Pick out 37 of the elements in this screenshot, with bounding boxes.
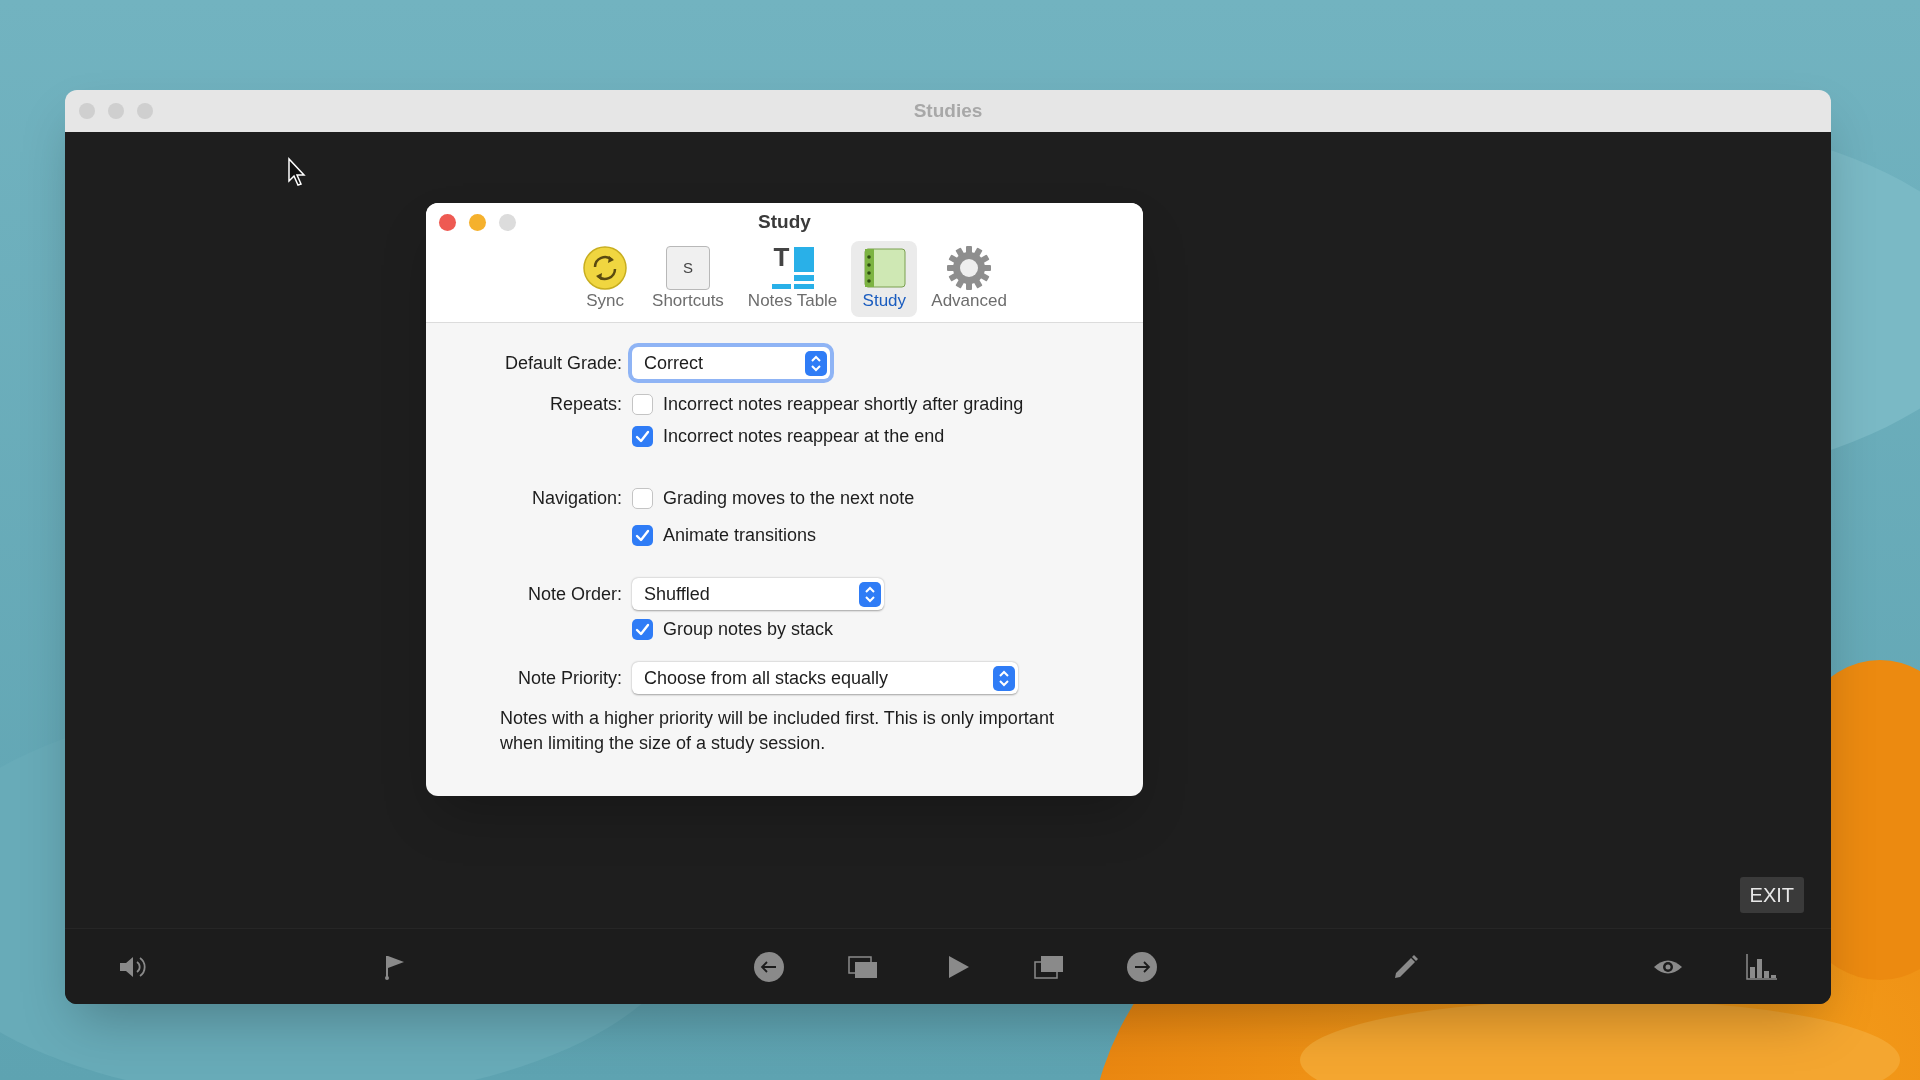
checkbox[interactable] bbox=[632, 425, 653, 447]
field-label: Note Order: bbox=[527, 582, 622, 606]
key-icon: S bbox=[665, 246, 710, 290]
field-label: Note Priority: bbox=[517, 666, 622, 690]
exit-button[interactable]: EXIT bbox=[1739, 877, 1804, 913]
checkbox-label[interactable]: Group notes by stack bbox=[663, 615, 834, 643]
checkbox[interactable] bbox=[632, 524, 653, 546]
preference-tab[interactable]: T Notes Table bbox=[737, 241, 848, 317]
checkbox[interactable] bbox=[632, 487, 653, 509]
stepper-icon bbox=[805, 350, 827, 376]
preference-tab[interactable]: S Shortcuts bbox=[642, 241, 734, 317]
preference-tab[interactable]: Study bbox=[851, 241, 918, 317]
gear-icon bbox=[946, 245, 993, 291]
popup-button[interactable]: Shuffled bbox=[632, 578, 884, 610]
notebook-icon bbox=[861, 245, 908, 291]
window-title: Studies bbox=[913, 98, 983, 123]
checkbox-label[interactable]: Incorrect notes reappear shortly after grading bbox=[663, 390, 1024, 418]
checkbox-label[interactable]: Incorrect notes reappear at the end bbox=[663, 422, 945, 450]
stepper-icon bbox=[993, 665, 1015, 691]
preference-tab[interactable]: Advanced bbox=[921, 241, 1017, 317]
field-label: Navigation: bbox=[531, 486, 622, 510]
dialog-title: Study bbox=[758, 209, 811, 234]
checkbox[interactable] bbox=[632, 618, 653, 640]
checkbox-label[interactable]: Grading moves to the next note bbox=[663, 484, 915, 512]
description-text: Notes with a higher priority will be included first. This is only important when limiting the size of a study session. bbox=[500, 707, 1055, 755]
close-button[interactable] bbox=[439, 214, 456, 231]
field-label: Repeats: bbox=[549, 392, 622, 416]
sync-icon bbox=[582, 245, 629, 291]
checkbox-label[interactable]: Animate transitions bbox=[663, 521, 817, 549]
preference-tab[interactable]: Sync bbox=[572, 241, 639, 317]
forward-arrow-icon[interactable] bbox=[1126, 950, 1158, 983]
stepper-icon bbox=[859, 581, 881, 607]
back-arrow-icon[interactable] bbox=[753, 950, 785, 983]
field-label: Default Grade: bbox=[504, 351, 622, 375]
checkbox[interactable] bbox=[632, 393, 653, 415]
popup-button[interactable]: Choose from all stacks equally bbox=[632, 662, 1018, 694]
mouse-pointer-icon bbox=[287, 157, 307, 187]
